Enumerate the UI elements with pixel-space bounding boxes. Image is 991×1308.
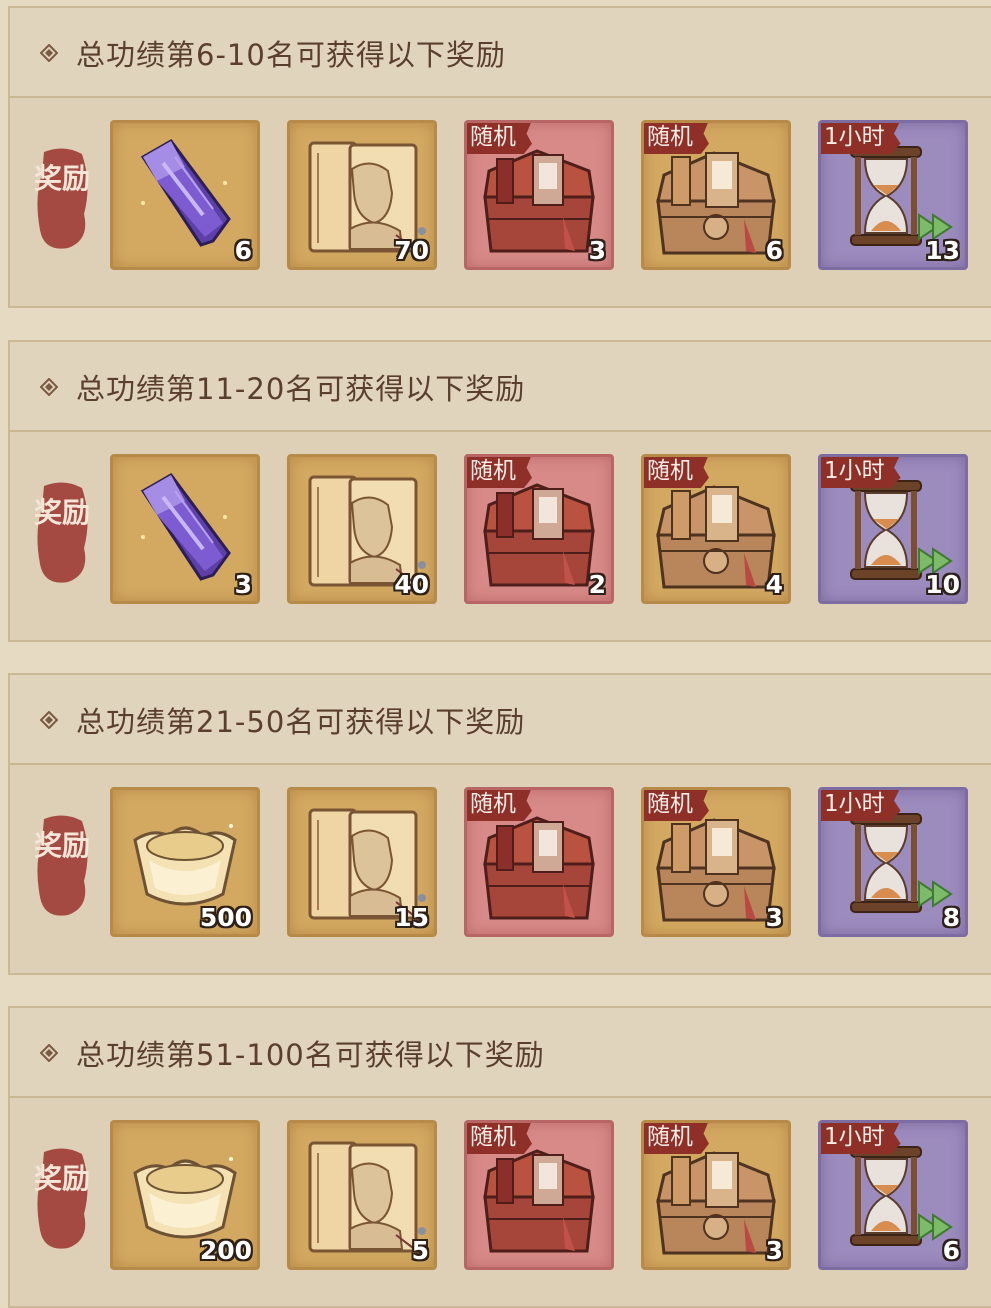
reward-item[interactable]: 随机 [464,787,614,937]
ink-stamp-icon [37,1148,88,1249]
reward-tier: 总功绩第6-10名可获得以下奖励 奖励 6 70 随机 3 随机 6 1小时 1… [8,6,991,308]
item-tag: 1小时 [821,457,901,488]
reward-stamp: 奖励 [34,1144,90,1252]
reward-tier: 总功绩第21-50名可获得以下奖励 奖励 500 15 随机 随机 3 1小时 … [8,673,991,975]
diamond-icon [40,711,58,729]
diamond-icon [40,378,58,396]
tier-title: 总功绩第51-100名可获得以下奖励 [76,1038,545,1072]
item-count: 40 [394,570,429,599]
item-count: 6 [765,236,783,265]
item-count: 2 [588,570,606,599]
reward-tier: 总功绩第51-100名可获得以下奖励 奖励 200 5 随机 随机 3 1小时 … [8,1006,991,1308]
item-tag: 随机 [467,123,532,154]
reward-item[interactable]: 随机 2 [464,454,614,604]
item-tag: 1小时 [821,1123,901,1154]
tier-header: 总功绩第21-50名可获得以下奖励 [10,675,991,765]
reward-item[interactable]: 500 [110,787,260,937]
item-count: 70 [394,236,429,265]
item-tag: 随机 [644,457,709,488]
reward-item[interactable]: 1小时 6 [818,1120,968,1270]
reward-item[interactable]: 1小时 10 [818,454,968,604]
item-tag: 随机 [467,1123,532,1154]
reward-item[interactable]: 70 [287,120,437,270]
ink-stamp-icon [37,482,88,583]
ink-stamp-icon [37,148,88,249]
reward-item[interactable]: 随机 3 [641,1120,791,1270]
item-tag: 1小时 [821,123,901,154]
item-count: 6 [234,236,252,265]
item-count: 200 [199,1236,252,1265]
tier-title: 总功绩第6-10名可获得以下奖励 [76,38,506,72]
reward-item[interactable]: 15 [287,787,437,937]
reward-item[interactable]: 1小时 8 [818,787,968,937]
ink-stamp-icon [37,815,88,916]
reward-item[interactable]: 5 [287,1120,437,1270]
reward-stamp: 奖励 [34,811,90,919]
item-count: 500 [199,903,252,932]
item-tag: 随机 [644,790,709,821]
reward-label: 奖励 [34,162,91,195]
diamond-icon [40,1044,58,1062]
reward-item[interactable]: 随机 [464,1120,614,1270]
item-count: 5 [411,1236,429,1265]
reward-item[interactable]: 3 [110,454,260,604]
reward-tier: 总功绩第11-20名可获得以下奖励 奖励 3 40 随机 2 随机 4 1小时 … [8,340,991,642]
reward-stamp: 奖励 [34,144,90,252]
item-tag: 1小时 [821,790,901,821]
tier-header: 总功绩第11-20名可获得以下奖励 [10,342,991,432]
reward-item[interactable]: 1小时 13 [818,120,968,270]
tier-header: 总功绩第6-10名可获得以下奖励 [10,8,991,98]
tier-title: 总功绩第11-20名可获得以下奖励 [76,372,526,406]
reward-item[interactable]: 200 [110,1120,260,1270]
reward-item[interactable]: 随机 3 [641,787,791,937]
tier-header: 总功绩第51-100名可获得以下奖励 [10,1008,991,1098]
reward-stamp: 奖励 [34,478,90,586]
item-count: 3 [765,903,783,932]
reward-item[interactable]: 40 [287,454,437,604]
item-tag: 随机 [644,1123,709,1154]
item-count: 4 [765,570,783,599]
reward-item[interactable]: 随机 4 [641,454,791,604]
item-tag: 随机 [644,123,709,154]
reward-item[interactable]: 随机 3 [464,120,614,270]
item-count: 13 [925,236,960,265]
reward-label: 奖励 [34,496,91,529]
item-tag: 随机 [467,790,532,821]
reward-label: 奖励 [34,1162,91,1195]
item-count: 3 [234,570,252,599]
item-tag: 随机 [467,457,532,488]
item-count: 3 [765,1236,783,1265]
reward-label: 奖励 [34,829,91,862]
reward-item[interactable]: 6 [110,120,260,270]
item-count: 6 [942,1236,960,1265]
tier-title: 总功绩第21-50名可获得以下奖励 [76,705,526,739]
item-count: 8 [942,903,960,932]
reward-item[interactable]: 随机 6 [641,120,791,270]
item-count: 3 [588,236,606,265]
item-count: 15 [394,903,429,932]
diamond-icon [40,44,58,62]
item-count: 10 [925,570,960,599]
